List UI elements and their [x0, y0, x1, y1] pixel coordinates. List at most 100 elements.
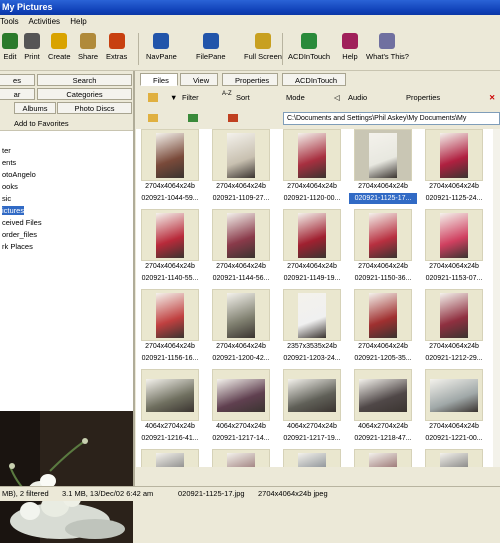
thumbnail-item[interactable]: [278, 449, 346, 467]
thumbnail-image: [425, 209, 483, 261]
image-preview: [0, 411, 133, 543]
navpane-button[interactable]: NavPane: [146, 33, 177, 61]
tree-item[interactable]: order_files: [0, 229, 133, 241]
print-button[interactable]: Print: [24, 33, 40, 61]
thumbnail-dimensions: 2704x4064x24b: [429, 423, 479, 430]
delete-icon[interactable]: ✕: [489, 93, 495, 102]
thumbnail-item[interactable]: [420, 449, 488, 467]
menu-help[interactable]: Help: [70, 17, 86, 26]
address-field[interactable]: C:\Documents and Settings\Phil Askey\My …: [283, 112, 500, 125]
thumbnail-item[interactable]: 2704x4064x24b 020921-1144-56...: [207, 209, 275, 289]
main-toolbar: Edit Print Create Share Extras NavPane FilePan…: [0, 29, 500, 71]
tab-search[interactable]: Search: [37, 74, 132, 86]
tree-item[interactable]: otoAngelo: [0, 169, 133, 181]
toolbar-label: ACDInTouch: [288, 52, 331, 61]
thumbnail-item[interactable]: 2704x4064x24b 020921-1125-24...: [420, 129, 488, 209]
thumbnail-item[interactable]: 2704x4064x24b 020921-1125-17...: [349, 129, 417, 209]
thumbnail-item[interactable]: 2704x4064x24b 020921-1109-27...: [207, 129, 275, 209]
toolbar-label: Print: [24, 52, 40, 61]
thumbnail-item[interactable]: 2704x4064x24b 020921-1150-36...: [349, 209, 417, 289]
status-info: 2704x4064x24b jpeg: [258, 489, 328, 498]
thumbnail-filename: 020921-1200-42...: [212, 355, 270, 362]
tab-favorites[interactable]: es: [0, 74, 35, 86]
tree-item-label: order_files: [2, 230, 38, 239]
vertical-scrollbar[interactable]: [493, 129, 500, 467]
tree-item[interactable]: ictures: [0, 205, 133, 217]
thumbnail-item[interactable]: 2704x4064x24b 020921-1149-19...: [278, 209, 346, 289]
mode-button[interactable]: Mode: [286, 93, 305, 102]
tab-categories[interactable]: Categories: [37, 88, 132, 100]
add-to-favorites-button[interactable]: Add to Favorites: [0, 117, 133, 131]
tab-acdintouch-label: ACDInTouch: [295, 76, 338, 85]
properties-button[interactable]: Properties: [406, 93, 440, 102]
thumbnail-item[interactable]: 2704x4064x24b 020921-1205-35...: [349, 289, 417, 369]
photo-thumbnail: [227, 213, 255, 258]
tab-view[interactable]: View: [180, 73, 218, 86]
thumbnail-item[interactable]: [207, 449, 275, 467]
thumbnail-image: [354, 289, 412, 341]
tab-calendar[interactable]: ar: [0, 88, 35, 100]
audio-button[interactable]: Audio: [348, 93, 367, 102]
thumbnail-item[interactable]: 4064x2704x24b 020921-1217-14...: [207, 369, 275, 449]
menu-tools[interactable]: Tools: [0, 17, 19, 26]
thumbnail-filename: 020921-1144-56...: [212, 275, 270, 282]
edit-button[interactable]: Edit: [2, 33, 18, 61]
folder-icon[interactable]: [148, 114, 158, 122]
thumbnail-item[interactable]: [349, 449, 417, 467]
thumbnail-item[interactable]: 2357x3535x24b 020921-1203-24...: [278, 289, 346, 369]
extras-button[interactable]: Extras: [106, 33, 127, 61]
thumbnail-item[interactable]: 2704x4064x24b 020921-1156-16...: [136, 289, 204, 369]
full-screen-button[interactable]: Full Screen: [244, 33, 282, 61]
tab-files[interactable]: Files: [140, 73, 178, 86]
thumbnail-item[interactable]: [136, 449, 204, 467]
filepane-button[interactable]: FilePane: [196, 33, 226, 61]
tree-item[interactable]: ter: [0, 145, 133, 157]
create-button[interactable]: Create: [48, 33, 71, 61]
tree-item[interactable]: ents: [0, 157, 133, 169]
refresh-icon[interactable]: [188, 114, 198, 122]
thumbnail-image: [212, 129, 270, 181]
tree-item[interactable]: sic: [0, 193, 133, 205]
thumbnail-item[interactable]: 2704x4064x24b 020921-1212-29...: [420, 289, 488, 369]
tab-acdintouch[interactable]: ACDInTouch: [282, 73, 346, 86]
tab-albums[interactable]: Albums: [14, 102, 56, 114]
favorites-icon[interactable]: [228, 114, 238, 122]
thumbnail-dimensions: 2704x4064x24b: [287, 263, 337, 270]
photo-thumbnail: [440, 213, 468, 258]
thumbnail-item[interactable]: 2704x4064x24b 020921-1200-42...: [207, 289, 275, 369]
tree-item[interactable]: ceived Files: [0, 217, 133, 229]
thumbnail-item[interactable]: 2704x4064x24b 020921-1044-59...: [136, 129, 204, 209]
menu-activities[interactable]: Activities: [28, 17, 60, 26]
whats-this-icon: [379, 33, 396, 49]
tree-item-label: sic: [2, 194, 12, 203]
share-button[interactable]: Share: [78, 33, 98, 61]
photo-thumbnail: [369, 453, 397, 467]
up-folder-icon[interactable]: [148, 93, 158, 102]
thumbnail-item[interactable]: 2704x4064x24b 020921-1140-55...: [136, 209, 204, 289]
thumbnail-filename: 020921-1125-24...: [425, 195, 483, 202]
what-s-this-button[interactable]: What's This?: [366, 33, 409, 61]
tab-properties[interactable]: Properties: [222, 73, 278, 86]
thumbnail-dimensions: 2704x4064x24b: [216, 263, 266, 270]
thumbnail-filename: 020921-1205-35...: [354, 355, 412, 362]
acdintouch-button[interactable]: ACDInTouch: [288, 33, 330, 61]
photo-thumbnail: [440, 293, 468, 338]
tree-item-label: ceived Files: [2, 218, 42, 227]
thumbnail-image: [283, 209, 341, 261]
thumbnail-item[interactable]: 4064x2704x24b 020921-1216-41...: [136, 369, 204, 449]
help-button[interactable]: Help: [342, 33, 358, 61]
thumbnail-item[interactable]: 2704x4064x24b 020921-1221-00...: [420, 369, 488, 449]
thumbnail-image: [212, 449, 270, 467]
filter-button[interactable]: Filter: [182, 93, 199, 102]
tree-item[interactable]: rk Places: [0, 241, 133, 253]
thumbnail-item[interactable]: 2704x4064x24b 020921-1120-00...: [278, 129, 346, 209]
left-tabs: es Search ar Categories Albums Photo Dis…: [0, 71, 133, 117]
tree-item[interactable]: ooks: [0, 181, 133, 193]
sort-button[interactable]: Sort: [236, 93, 250, 102]
thumbnail-filename: 020921-1217-19...: [283, 435, 341, 442]
thumbnail-item[interactable]: 4064x2704x24b 020921-1218-47...: [349, 369, 417, 449]
toolbar-label: FilePane: [196, 52, 226, 61]
thumbnail-item[interactable]: 4064x2704x24b 020921-1217-19...: [278, 369, 346, 449]
tab-photo-discs[interactable]: Photo Discs: [57, 102, 132, 114]
thumbnail-item[interactable]: 2704x4064x24b 020921-1153-07...: [420, 209, 488, 289]
